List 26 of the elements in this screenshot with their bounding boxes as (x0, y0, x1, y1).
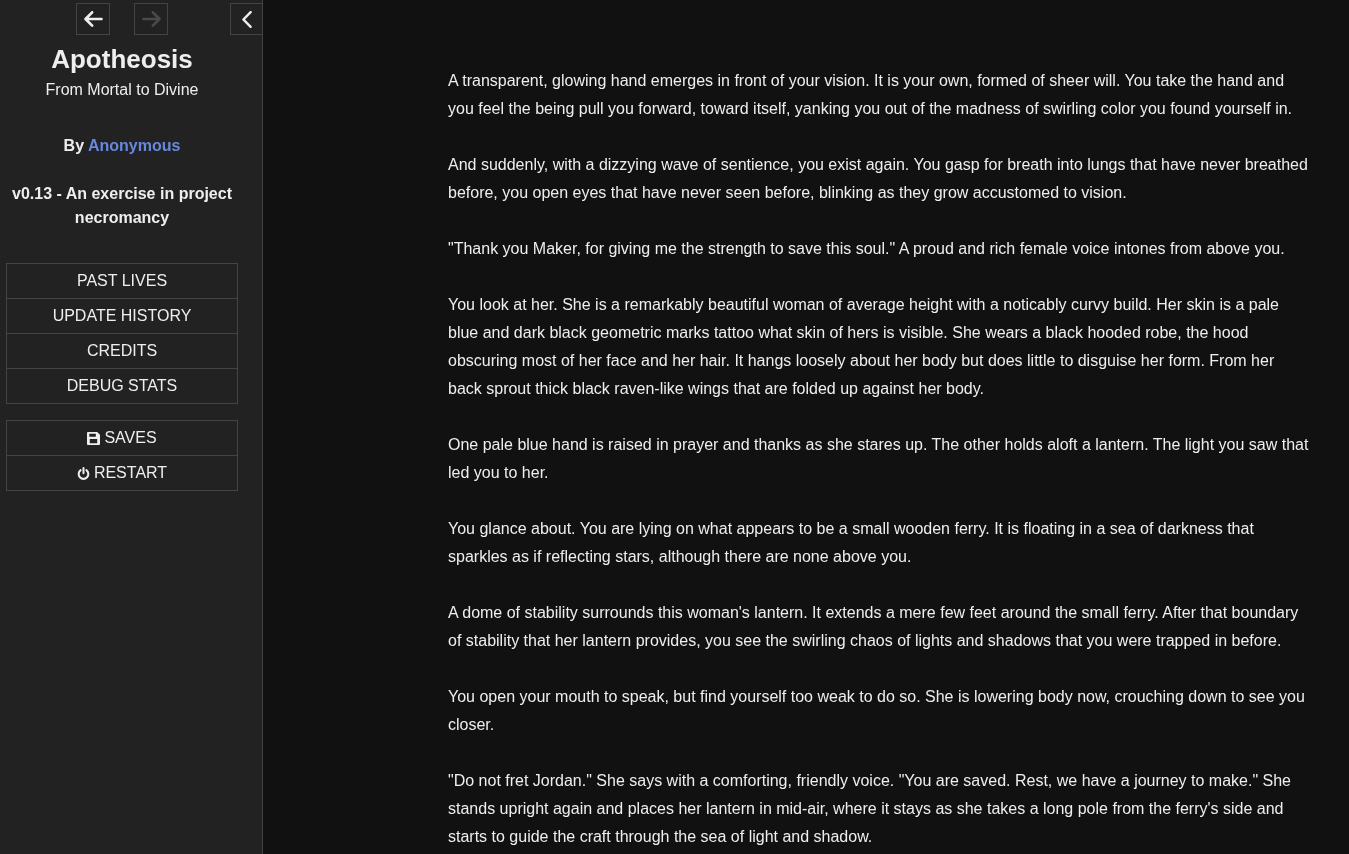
passage-paragraph: You glance about. You are lying on what appears to be a small wooden ferry. It is floating in a sea of darkness that sparkles as if reflecting stars, although there are none above you. (448, 519, 1255, 567)
author-link[interactable]: Anonymous (87, 137, 181, 154)
passage-paragraph: A transparent, glowing hand emerges in front of your vision. It is your own, formed of sheer will. You take the hand and you feel the being pull you forward, toward itself, yanking you out of the madness of swirling color you found yourself in. (448, 71, 1294, 119)
saves-link[interactable]: SAVES (7, 421, 237, 455)
story-title: Apotheosis (50, 44, 194, 74)
back-button[interactable] (76, 3, 110, 35)
story-subtitle: From Mortal to Divine (44, 80, 200, 100)
version-note: v0.13 - An exercise in project necromancy (11, 184, 233, 228)
passage-paragraph: You look at her. She is a remarkably beautiful woman of average height with a noticably curvy build. Her skin is a pale blue and dark black geometric marks tattoo what skin of hers is visible. She wears a black hooded robe, the hood obscuring most of her face and her hair. It hangs loosely about her body but does little to disguise her form. From her back sprout thick black raven-like wings that are folded up against her body. (448, 295, 1280, 399)
menu-link[interactable]: PAST LIVES (7, 264, 237, 298)
passage-paragraph: "Thank you Maker, for giving me the strength to save this soul." A proud and rich female voice intones from above you. (448, 239, 1286, 259)
passage-paragraph: "Do not fret Jordan." She says with a comforting, friendly voice. "You are saved. Rest, we have a journey to make." She stands upright again and places her lantern in mid-air, where it stays as she takes a long pole from the ferry's side and starts to guide the craft through the sea of light and shadow. (448, 771, 1292, 847)
menu-link[interactable]: DEBUG STATS (7, 368, 237, 403)
passage-paragraph: One pale blue hand is raised in prayer and thanks as she stares up. The other holds aloft a lantern. The light you saw that led you to her. (448, 435, 1310, 483)
collapse-sidebar-button[interactable] (230, 3, 262, 35)
arrow-right-icon (141, 11, 161, 27)
byline-label: By (63, 137, 85, 154)
passage-paragraph: You open your mouth to speak, but find yourself too weak to do so. She is lowering body now, crouching down to see you closer. (448, 687, 1306, 735)
power-icon (76, 466, 90, 480)
passage-paragraph: A dome of stability surrounds this woman's lantern. It extends a mere few feet around the small ferry. After that boundary of stability that her lantern provides, you see the swirling chaos of lights and shadows that you were trapped in before. (448, 603, 1300, 651)
menu-link[interactable]: UPDATE HISTORY (7, 298, 237, 333)
passage-paragraph: And suddenly, with a dizzying wave of sentience, you exist again. You gasp for breath into lungs that have never breathed before, you open eyes that have never seen before, blinking as they grow accustomed to vision. (448, 155, 1309, 203)
chevron-left-icon (241, 10, 252, 28)
arrow-left-icon (83, 11, 103, 27)
menu-link[interactable]: CREDITS (7, 333, 237, 368)
restart-link[interactable]: RESTART (7, 455, 237, 490)
